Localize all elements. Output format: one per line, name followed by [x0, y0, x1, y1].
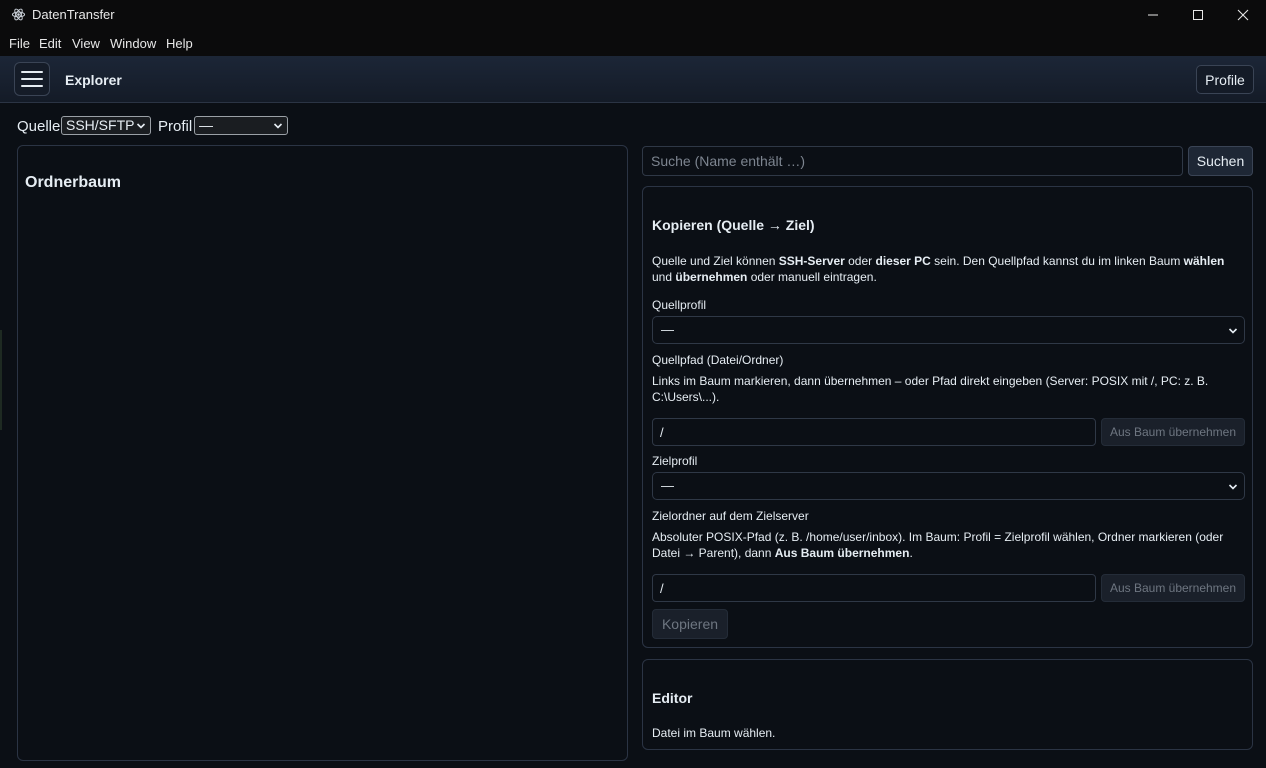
- target-help-text-2: .: [909, 546, 913, 560]
- intro-text-5: oder manuell eintragen.: [747, 270, 877, 284]
- profile-label: Profil: [158, 118, 193, 135]
- chevron-down-icon: [136, 123, 146, 129]
- search-input[interactable]: [642, 146, 1183, 176]
- minimize-icon: [1148, 14, 1158, 16]
- app-header: Explorer Profile: [0, 56, 1266, 103]
- profile-value: —: [199, 117, 213, 133]
- target-take-from-tree-button[interactable]: Aus Baum übernehmen: [1101, 574, 1245, 602]
- menu-edit[interactable]: Edit: [39, 36, 61, 51]
- copy-panel-title: Kopieren (Quelle → Ziel): [652, 217, 815, 233]
- intro-bold-this-pc: dieser PC: [875, 254, 931, 268]
- intro-text-1: Quelle und Ziel können: [652, 254, 779, 268]
- folder-tree-title: Ordnerbaum: [25, 174, 122, 191]
- source-path-input[interactable]: [652, 418, 1096, 446]
- target-help-bold: Aus Baum übernehmen: [774, 546, 910, 560]
- source-type-select[interactable]: SSH/SFTP: [61, 116, 151, 135]
- editor-panel: Editor Datei im Baum wählen.: [642, 659, 1253, 750]
- copy-button[interactable]: Kopieren: [652, 609, 728, 639]
- source-type-value: SSH/SFTP: [66, 117, 135, 133]
- source-take-from-tree-button[interactable]: Aus Baum übernehmen: [1101, 418, 1245, 446]
- hamburger-icon: [21, 71, 43, 73]
- source-label: Quelle: [17, 118, 61, 135]
- editor-hint: Datei im Baum wählen.: [652, 726, 776, 740]
- target-profile-value: —: [661, 478, 674, 493]
- hamburger-icon: [21, 85, 43, 87]
- editor-title: Editor: [652, 690, 693, 706]
- folder-tree-panel[interactable]: Ordnerbaum: [17, 145, 628, 761]
- source-path-help: Links im Baum markieren, dann übernehmen…: [652, 374, 1209, 404]
- source-profile-label: Quellprofil: [652, 298, 707, 312]
- target-folder-label: Zielordner auf dem Zielserver: [652, 509, 809, 523]
- profile-button[interactable]: Profile: [1196, 65, 1254, 94]
- source-profile-dropdown[interactable]: —: [652, 316, 1245, 344]
- minimize-button[interactable]: [1130, 0, 1176, 30]
- window-titlebar: DatenTransfer: [0, 0, 1266, 30]
- intro-bold-ssh-server: SSH-Server: [778, 254, 845, 268]
- target-help-text-1: Absoluter POSIX-Pfad (z. B. /home/user/i…: [652, 530, 1224, 560]
- target-profile-dropdown[interactable]: —: [652, 472, 1245, 500]
- app-atom-icon: [11, 8, 26, 21]
- close-icon: [1237, 9, 1249, 21]
- copy-intro-text: Quelle und Ziel können SSH-Server oder d…: [652, 253, 1247, 285]
- chevron-down-icon: [1228, 484, 1238, 490]
- search-button[interactable]: Suchen: [1188, 146, 1253, 176]
- window-title: DatenTransfer: [32, 7, 115, 22]
- target-folder-input[interactable]: [652, 574, 1096, 602]
- maximize-icon: [1193, 10, 1203, 20]
- copy-panel: Kopieren (Quelle → Ziel) Quelle und Ziel…: [642, 186, 1253, 648]
- close-button[interactable]: [1220, 0, 1266, 30]
- target-profile-label: Zielprofil: [652, 454, 698, 468]
- maximize-button[interactable]: [1175, 0, 1221, 30]
- page-title: Explorer: [65, 72, 122, 88]
- window-edge: [0, 330, 2, 430]
- intro-text-2: oder: [844, 254, 876, 268]
- menu-bar: File Edit View Window Help: [0, 30, 1266, 56]
- intro-bold-choose: wählen: [1183, 254, 1225, 268]
- hamburger-icon: [21, 78, 43, 80]
- profile-select[interactable]: —: [194, 116, 288, 135]
- intro-bold-take-over: übernehmen: [675, 270, 748, 284]
- menu-file[interactable]: File: [9, 36, 30, 51]
- target-folder-help: Absoluter POSIX-Pfad (z. B. /home/user/i…: [652, 529, 1247, 561]
- source-profile-value: —: [661, 322, 674, 337]
- chevron-down-icon: [273, 123, 283, 129]
- hamburger-menu-button[interactable]: [14, 62, 50, 96]
- intro-text-4: und: [652, 270, 676, 284]
- menu-window[interactable]: Window: [110, 36, 156, 51]
- intro-text-3: sein. Den Quellpfad kannst du im linken …: [930, 254, 1184, 268]
- source-path-label: Quellpfad (Datei/Ordner): [652, 353, 784, 367]
- menu-view[interactable]: View: [72, 36, 100, 51]
- chevron-down-icon: [1228, 328, 1238, 334]
- menu-help[interactable]: Help: [166, 36, 193, 51]
